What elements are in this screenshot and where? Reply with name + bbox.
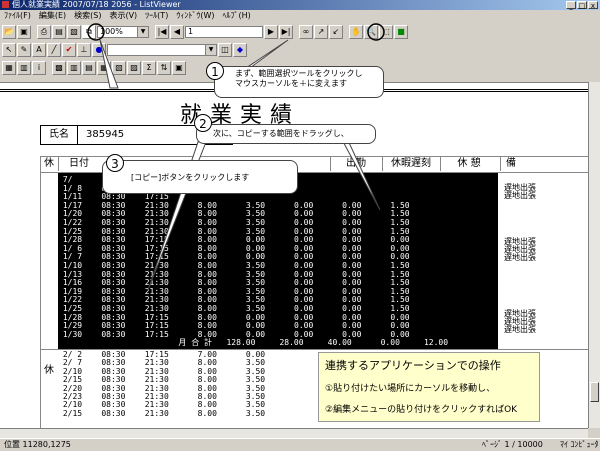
callout-3: [コピー]ボタンをクリックします: [102, 160, 298, 194]
step-1-badge: 1: [206, 62, 224, 80]
info-title: 連携するアプリケーションでの操作: [325, 359, 501, 372]
step-2-badge: 2: [194, 114, 212, 132]
info-line-1: ①貼り付けたい場所にカーソルを移動し、: [325, 384, 496, 394]
info-box: 連携するアプリケーションでの操作 ①貼り付けたい場所にカーソルを移動し、 ②編集…: [318, 352, 540, 422]
info-line-2: ②編集メニューの貼り付けをクリックすればOK: [325, 405, 518, 415]
step-3-badge: 3: [106, 154, 124, 172]
callout-1: まず、範囲選択ツールをクリックし マウスカーソルを＋に変えます: [214, 66, 384, 98]
callout-2: 次に、コピーする範囲をドラッグし、: [196, 124, 376, 144]
